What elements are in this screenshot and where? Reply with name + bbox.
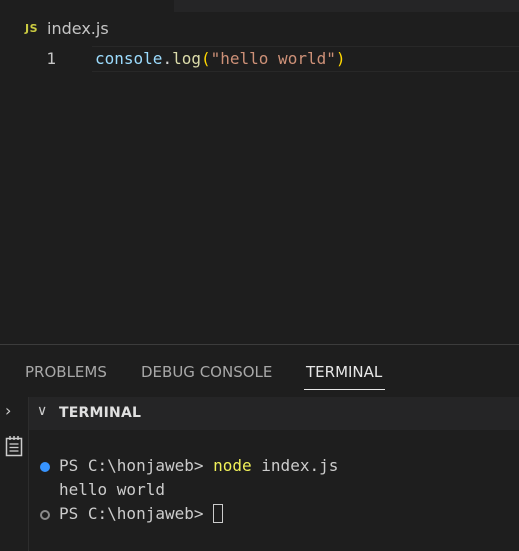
panel-sidebar: › xyxy=(0,397,29,551)
tab-problems[interactable]: PROBLEMS xyxy=(25,363,107,381)
chevron-down-icon[interactable]: ∨ xyxy=(37,403,47,419)
terminal-line-3[interactable]: PS C:\honjaweb> xyxy=(59,504,224,523)
chevron-right-icon[interactable]: › xyxy=(5,401,11,420)
tab-debug-console[interactable]: DEBUG CONSOLE xyxy=(141,363,272,381)
js-file-icon: JS xyxy=(25,21,39,35)
tab-terminal[interactable]: TERMINAL xyxy=(306,363,382,381)
tab-index-js[interactable]: JS index.js xyxy=(0,12,109,44)
line-number: 1 xyxy=(46,49,56,68)
active-tab-indicator xyxy=(304,389,385,390)
terminal-output: hello world xyxy=(59,480,165,499)
pending-marker-icon[interactable] xyxy=(40,510,50,520)
code-method: log xyxy=(172,49,201,68)
terminal-prompt: PS C:\honjaweb> xyxy=(59,504,214,523)
success-marker-icon[interactable] xyxy=(40,462,50,472)
terminal-args: index.js xyxy=(251,456,339,475)
terminal-section-title: TERMINAL xyxy=(59,405,142,421)
terminal-cursor xyxy=(213,504,224,523)
code-object: console xyxy=(95,49,163,68)
code-open-paren: ( xyxy=(200,49,211,68)
bottom-panel: PROBLEMS DEBUG CONSOLE TERMINAL › ∨ TERM… xyxy=(0,344,519,551)
code-close-paren: ) xyxy=(335,49,346,68)
terminal-command: node xyxy=(213,456,252,475)
code-text[interactable]: console.log("hello world") xyxy=(95,49,346,68)
tab-label: index.js xyxy=(47,18,109,38)
code-dot: . xyxy=(162,49,173,68)
code-string: "hello world" xyxy=(210,49,336,68)
editor-tab-bar: JS index.js xyxy=(0,0,519,44)
terminal-line-1: PS C:\honjaweb> node index.js xyxy=(59,456,338,475)
tab-bar-empty-area xyxy=(174,0,519,12)
terminal-section-header[interactable]: ∨ TERMINAL xyxy=(29,397,519,430)
code-line-1[interactable]: 1 console.log("hello world") xyxy=(0,46,519,72)
notes-icon[interactable] xyxy=(5,435,23,461)
terminal-prompt: PS C:\honjaweb> xyxy=(59,456,214,475)
